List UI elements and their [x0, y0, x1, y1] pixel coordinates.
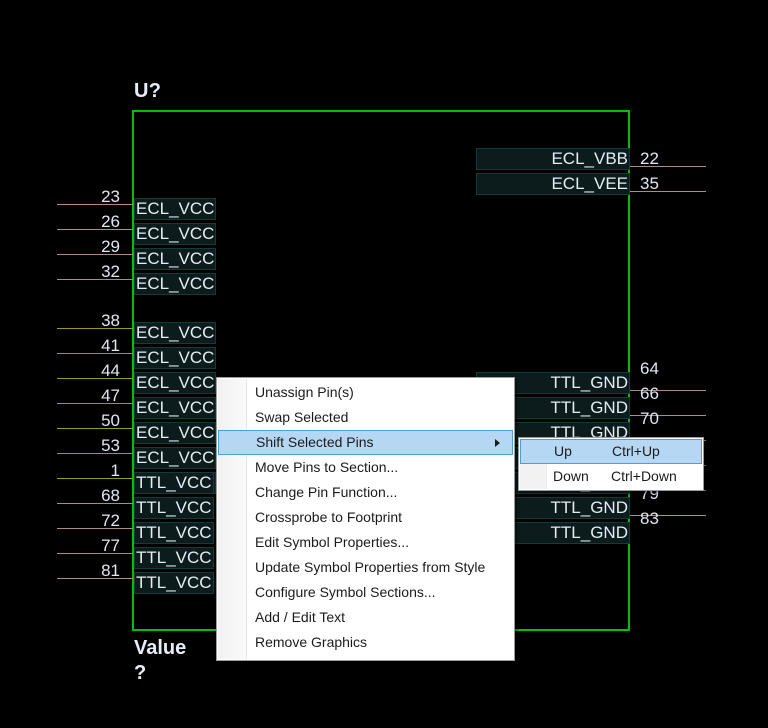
pin-number: 26 [101, 212, 120, 231]
menu-item-configure-symbol-sections[interactable]: Configure Symbol Sections... [217, 580, 514, 605]
symbol-value-label: Value [134, 637, 187, 659]
menu-item-label: Change Pin Function... [255, 484, 398, 500]
pin-name[interactable]: ECL_VCC [135, 199, 216, 219]
pin-name[interactable]: ECL_VCC [135, 323, 216, 343]
pin-name[interactable]: TTL_VCC [135, 498, 213, 518]
pin-number: 29 [101, 237, 120, 256]
pin-number: 50 [101, 411, 120, 430]
pin-name[interactable]: ECL_VCC [135, 224, 216, 244]
pin-number: 32 [101, 262, 120, 281]
pin-number: 1 [110, 461, 120, 480]
pin-name[interactable]: ECL_VCC [135, 423, 216, 443]
context-menu[interactable]: Unassign Pin(s) Swap Selected Shift Sele… [216, 377, 515, 661]
pin-number: 64 [640, 359, 659, 378]
menu-item-label: Move Pins to Section... [255, 459, 399, 475]
pin-name[interactable]: ECL_VEE [477, 174, 629, 194]
reference-designator[interactable]: U? [134, 80, 161, 103]
menu-item-label: Add / Edit Text [255, 609, 346, 625]
menu-item-update-symbol-properties-from-style[interactable]: Update Symbol Properties from Style [217, 555, 514, 580]
pin-name[interactable]: ECL_VCC [135, 373, 216, 393]
submenu-item-label: Up [554, 443, 572, 459]
pin-name[interactable]: TTL_VCC [135, 523, 213, 543]
pin-name[interactable]: ECL_VCC [135, 448, 216, 468]
menu-item-label: Unassign Pin(s) [255, 384, 354, 400]
pin-number: 81 [101, 561, 120, 580]
submenu-item-shortcut: Ctrl+Up [612, 443, 660, 459]
pin-number: 66 [640, 384, 659, 403]
submenu-item-down[interactable]: Down Ctrl+Down [519, 464, 703, 489]
chevron-right-icon [495, 438, 500, 447]
shift-selected-pins-submenu[interactable]: Up Ctrl+Up Down Ctrl+Down [518, 437, 704, 491]
pin-name[interactable]: ECL_VCC [135, 274, 216, 294]
pin-number: 83 [640, 509, 659, 528]
menu-item-edit-symbol-properties[interactable]: Edit Symbol Properties... [217, 530, 514, 555]
pin-number: 77 [101, 536, 120, 555]
menu-item-swap-selected[interactable]: Swap Selected [217, 405, 514, 430]
pin-number: 22 [640, 149, 659, 168]
submenu-item-label: Down [553, 468, 589, 484]
menu-item-label: Crossprobe to Footprint [255, 509, 403, 525]
symbol-value-text: ? [134, 662, 147, 684]
pin-name[interactable]: ECL_VCC [135, 249, 216, 269]
menu-item-label: Swap Selected [255, 409, 349, 425]
schematic-symbol-editor: U? Value ? 23 ECL_VCC 26 ECL_VCC 29 ECL_… [0, 0, 768, 728]
menu-item-unassign-pins[interactable]: Unassign Pin(s) [217, 380, 514, 405]
pin-name[interactable]: ECL_VBB [477, 149, 629, 169]
menu-item-label: Update Symbol Properties from Style [255, 559, 486, 575]
menu-item-shift-selected-pins[interactable]: Shift Selected Pins [218, 430, 513, 455]
pin-number: 35 [640, 174, 659, 193]
pin-number: 38 [101, 311, 120, 330]
pin-number: 70 [640, 409, 659, 428]
menu-item-label: Shift Selected Pins [256, 434, 374, 450]
pin-name[interactable]: TTL_VCC [135, 548, 213, 568]
submenu-item-shortcut: Ctrl+Down [611, 468, 677, 484]
pin-name[interactable]: ECL_VCC [135, 348, 216, 368]
menu-item-change-pin-function[interactable]: Change Pin Function... [217, 480, 514, 505]
pin-name[interactable]: TTL_VCC [135, 573, 213, 593]
symbol-value[interactable]: Value ? [134, 636, 186, 686]
pin-number: 53 [101, 436, 120, 455]
pin-number: 47 [101, 386, 120, 405]
menu-item-remove-graphics[interactable]: Remove Graphics [217, 630, 514, 655]
pin-number: 68 [101, 486, 120, 505]
pin-number: 44 [101, 361, 120, 380]
pin-number: 72 [101, 511, 120, 530]
menu-item-label: Edit Symbol Properties... [255, 534, 410, 550]
pin-name[interactable]: ECL_VCC [135, 398, 216, 418]
submenu-item-up[interactable]: Up Ctrl+Up [520, 439, 702, 464]
menu-item-crossprobe-to-footprint[interactable]: Crossprobe to Footprint [217, 505, 514, 530]
pin-name[interactable]: TTL_VCC [135, 473, 213, 493]
menu-item-move-pins-to-section[interactable]: Move Pins to Section... [217, 455, 514, 480]
pin-number: 23 [101, 187, 120, 206]
menu-item-label: Remove Graphics [255, 634, 368, 650]
menu-item-add-edit-text[interactable]: Add / Edit Text [217, 605, 514, 630]
pin-number: 41 [101, 336, 120, 355]
menu-item-label: Configure Symbol Sections... [255, 584, 436, 600]
